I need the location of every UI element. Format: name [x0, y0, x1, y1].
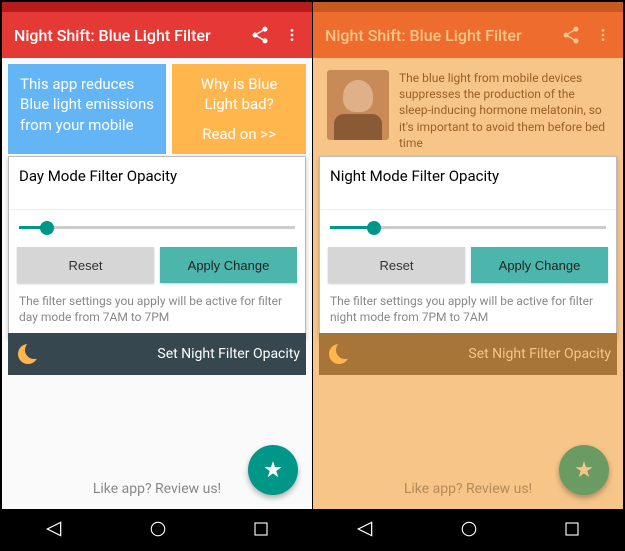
nav-recent-icon[interactable]	[252, 520, 270, 538]
app-title: Night Shift: Blue Light Filter	[325, 26, 547, 45]
share-icon[interactable]	[250, 25, 270, 45]
apply-change-button[interactable]: Apply Change	[160, 247, 297, 283]
nav-back-icon[interactable]	[44, 519, 64, 539]
apply-change-button[interactable]: Apply Change	[471, 247, 608, 283]
help-text: The filter settings you apply will be ac…	[320, 283, 616, 327]
info-row: This app reduces Blue light emissions fr…	[8, 64, 306, 154]
reset-button[interactable]: Reset	[17, 247, 154, 283]
opacity-card: Day Mode Filter Opacity Reset Apply Chan…	[8, 156, 306, 338]
set-night-filter-bar[interactable]: Set Night Filter Opacity	[8, 333, 306, 375]
android-nav-bar	[2, 509, 312, 549]
fab-review-button[interactable]: ★	[248, 445, 298, 495]
star-icon: ★	[574, 457, 594, 483]
moon-icon	[18, 344, 38, 364]
set-night-filter-bar[interactable]: Set Night Filter Opacity	[319, 333, 617, 375]
avatar	[327, 70, 389, 140]
nav-recent-icon[interactable]	[563, 520, 581, 538]
info-text: The blue light from mobile devices suppr…	[399, 70, 609, 151]
help-text: The filter settings you apply will be ac…	[9, 283, 305, 327]
app-bar: Night Shift: Blue Light Filter	[313, 12, 623, 58]
night-bar-label: Set Night Filter Opacity	[157, 346, 300, 362]
card-title: Night Mode Filter Opacity	[320, 157, 616, 210]
night-bar-label: Set Night Filter Opacity	[468, 346, 611, 362]
info-box-why[interactable]: Why is Blue Light bad? Read on >>	[172, 64, 306, 154]
fab-review-button[interactable]: ★	[559, 445, 609, 495]
moon-icon	[329, 344, 349, 364]
nav-back-icon[interactable]	[355, 519, 375, 539]
nav-home-icon[interactable]	[460, 520, 478, 538]
info-row: The blue light from mobile devices suppr…	[319, 64, 617, 154]
opacity-slider[interactable]	[9, 210, 305, 247]
info-why-link[interactable]: Read on >>	[184, 124, 294, 144]
overflow-menu-icon[interactable]	[595, 25, 611, 45]
overflow-menu-icon[interactable]	[284, 25, 300, 45]
phone-right-night: Night Shift: Blue Light Filter The blue …	[313, 2, 623, 549]
app-title: Night Shift: Blue Light Filter	[14, 26, 236, 45]
android-nav-bar	[313, 509, 623, 549]
card-title: Day Mode Filter Opacity	[9, 157, 305, 210]
app-bar: Night Shift: Blue Light Filter	[2, 12, 312, 58]
status-bar	[313, 2, 623, 12]
opacity-slider[interactable]	[320, 210, 616, 247]
star-icon: ★	[263, 457, 283, 483]
share-icon[interactable]	[561, 25, 581, 45]
phone-left-day: Night Shift: Blue Light Filter This app …	[2, 2, 313, 549]
opacity-card: Night Mode Filter Opacity Reset Apply Ch…	[319, 156, 617, 338]
nav-home-icon[interactable]	[149, 520, 167, 538]
status-bar	[2, 2, 312, 12]
content-area: The blue light from mobile devices suppr…	[313, 58, 623, 509]
info-box-intro: This app reduces Blue light emissions fr…	[8, 64, 166, 154]
reset-button[interactable]: Reset	[328, 247, 465, 283]
info-why-heading: Why is Blue Light bad?	[184, 74, 294, 115]
content-area: This app reduces Blue light emissions fr…	[2, 58, 312, 509]
